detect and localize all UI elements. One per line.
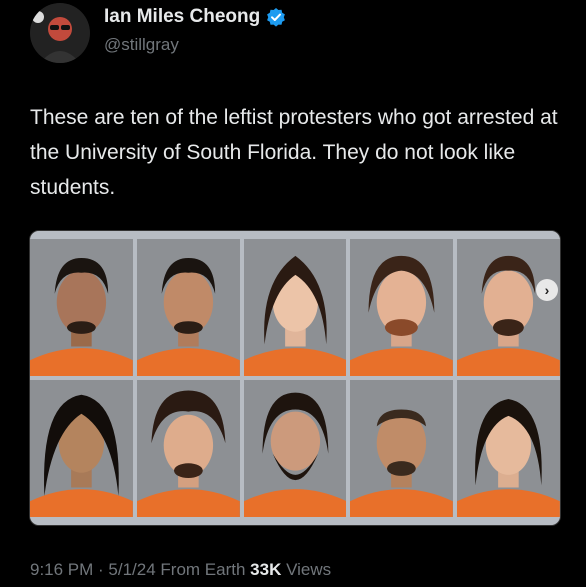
- tweet-time[interactable]: 9:16 PM: [30, 560, 93, 579]
- mugshot-6: [30, 380, 133, 517]
- tweet-text: These are ten of the leftist protesters …: [30, 106, 558, 199]
- mugshot-4: [350, 239, 454, 376]
- avatar[interactable]: [30, 3, 90, 63]
- tweet-source: From Earth: [155, 560, 251, 579]
- mugshot-1: [30, 239, 133, 376]
- mugshot-3: [243, 239, 347, 376]
- author-display-name-row[interactable]: Ian Miles Cheong: [104, 6, 286, 28]
- mugshot-5: [457, 239, 560, 376]
- verified-badge-icon: [266, 7, 286, 27]
- views-count[interactable]: 33K: [250, 560, 281, 579]
- meta-separator: ·: [93, 560, 109, 579]
- mugshot-10: [457, 380, 560, 517]
- author-display-name[interactable]: Ian Miles Cheong: [104, 6, 260, 28]
- mugshot-grid: [30, 231, 560, 525]
- mugshot-9: [350, 380, 454, 517]
- tweet-date[interactable]: 5/1/24: [108, 560, 155, 579]
- mugshot-7: [136, 380, 240, 517]
- tweet-meta: 9:16 PM · 5/1/24 From Earth 33K Views: [30, 560, 331, 580]
- mugshot-2: [136, 239, 240, 376]
- chevron-right-icon[interactable]: ›: [536, 279, 558, 301]
- mugshot-8: [243, 380, 347, 517]
- tweet-media-photo[interactable]: ›: [29, 230, 561, 526]
- author-handle[interactable]: @stillgray: [104, 35, 179, 55]
- views-label: Views: [281, 560, 332, 579]
